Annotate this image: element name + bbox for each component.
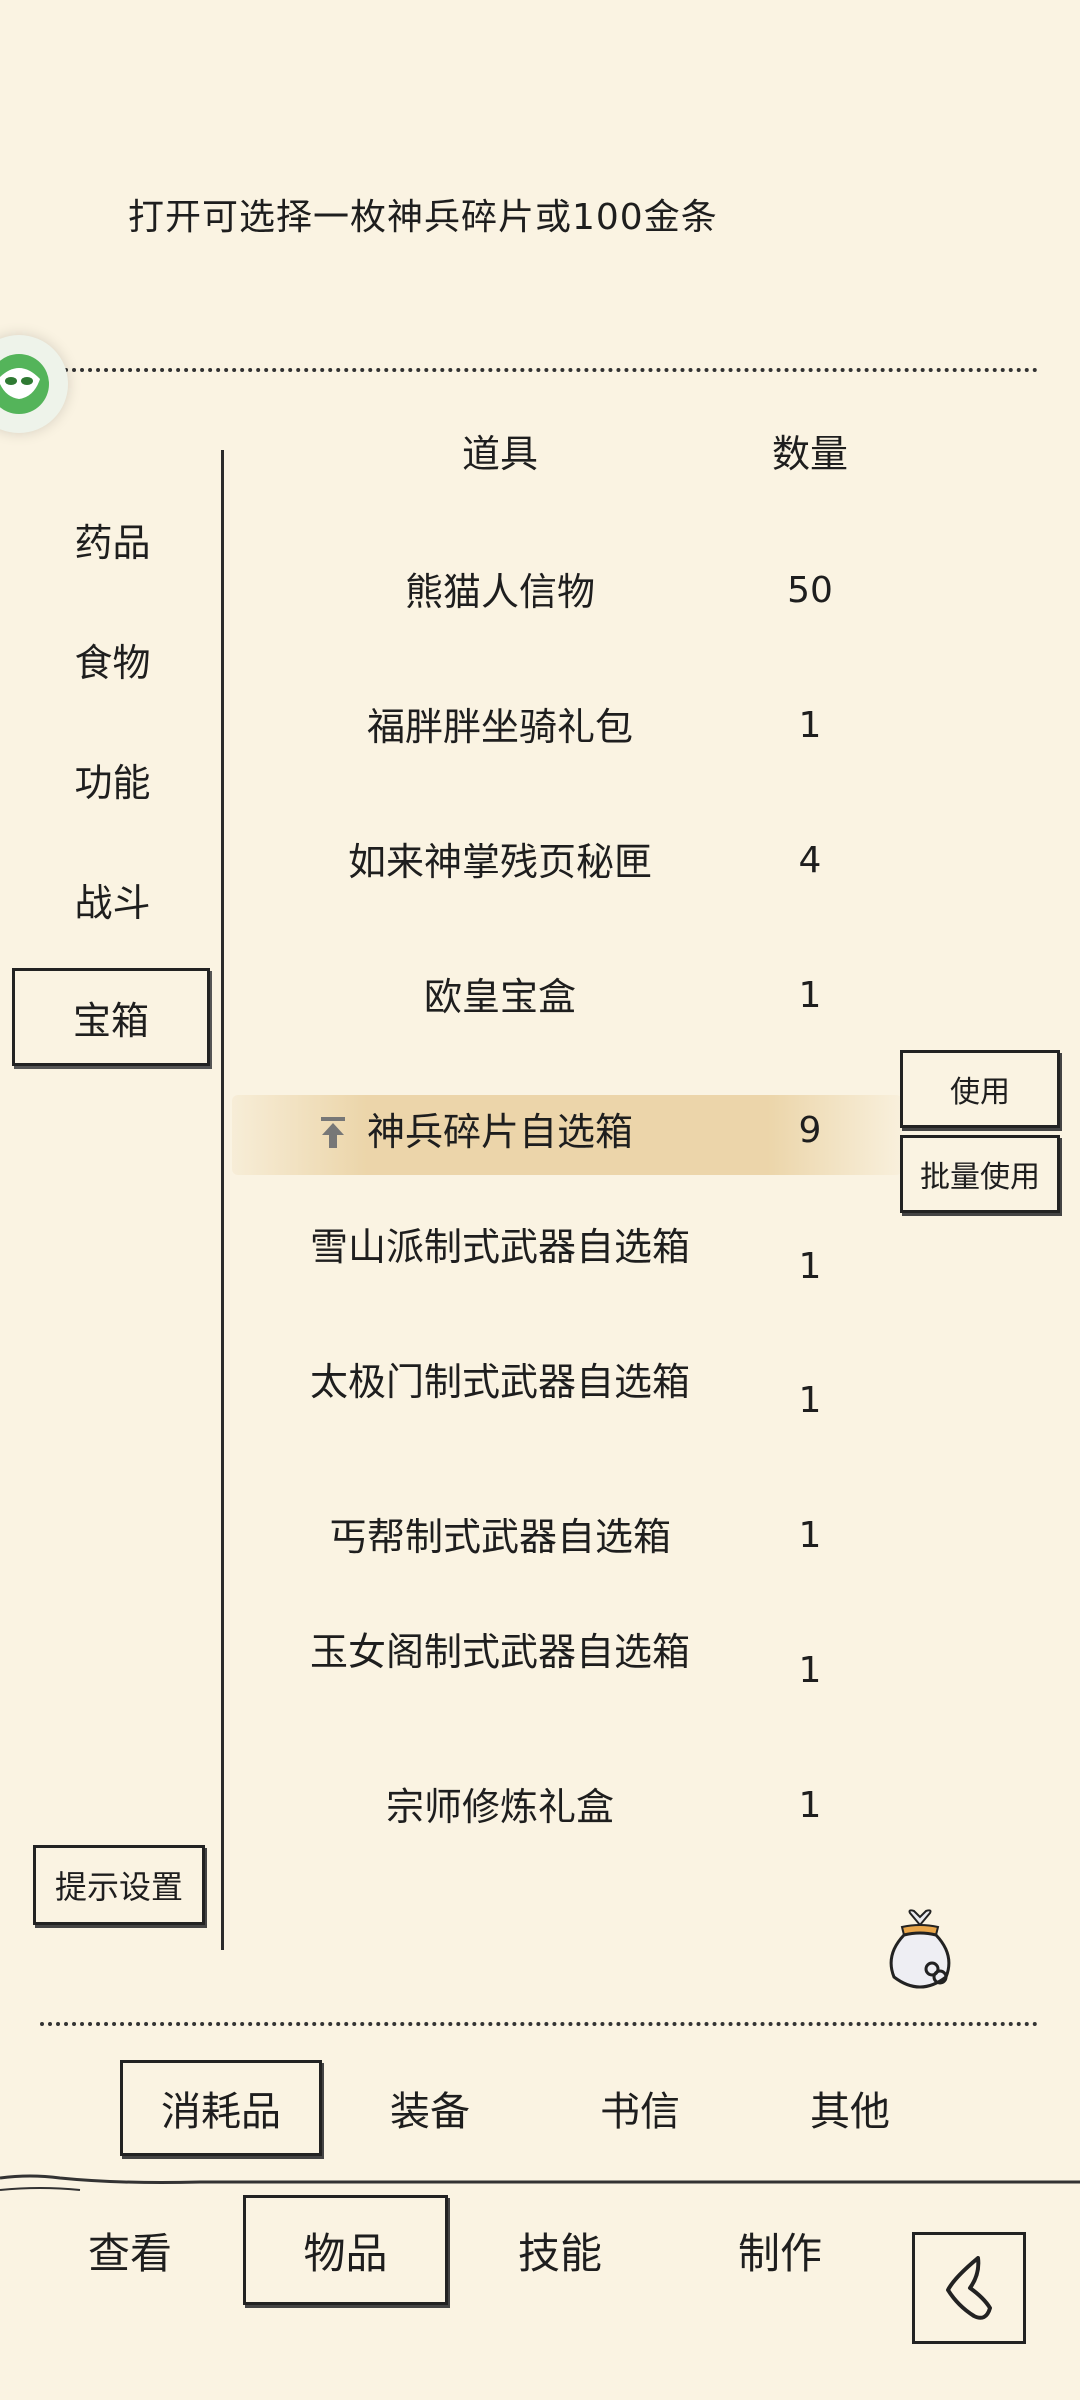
item-description: 打开可选择一枚神兵碎片或100金条 — [128, 197, 718, 238]
item-row-name[interactable]: 欧皇宝盒 — [290, 975, 710, 1019]
category-treasure-chest[interactable]: 宝箱 — [12, 968, 210, 1066]
back-button[interactable] — [912, 2232, 1026, 2344]
batch-use-button[interactable]: 批量使用 — [900, 1135, 1060, 1213]
nav-items[interactable]: 物品 — [243, 2195, 448, 2305]
item-row-qty: 1 — [798, 1515, 822, 1556]
divider-bottom — [40, 2022, 1038, 2026]
item-row-qty: 1 — [798, 975, 822, 1016]
column-header-quantity: 数量 — [771, 432, 848, 476]
nav-view[interactable]: 查看 — [50, 2195, 210, 2305]
money-bag-icon[interactable] — [880, 1905, 960, 1995]
item-row-qty: 1 — [798, 705, 822, 746]
item-row-name[interactable]: 福胖胖坐骑礼包 — [290, 705, 710, 749]
category-medicine[interactable]: 药品 — [30, 495, 195, 583]
item-row-name[interactable]: 雪山派制式武器自选箱 — [290, 1225, 710, 1269]
item-row-name[interactable]: 玉女阁制式武器自选箱 — [290, 1630, 710, 1674]
item-row-name-selected[interactable]: 神兵碎片自选箱 — [330, 1110, 670, 1154]
sidebar-divider — [221, 450, 224, 1950]
item-row-qty: 1 — [798, 1246, 822, 1287]
floating-assistant-icon[interactable] — [0, 335, 68, 433]
tab-other[interactable]: 其他 — [770, 2060, 930, 2156]
use-button[interactable]: 使用 — [900, 1050, 1060, 1128]
item-row-qty-selected: 9 — [798, 1110, 822, 1151]
item-row-name[interactable]: 丐帮制式武器自选箱 — [290, 1515, 710, 1559]
item-row-qty: 1 — [798, 1785, 822, 1826]
category-function[interactable]: 功能 — [30, 735, 195, 823]
item-row-qty: 1 — [798, 1380, 822, 1421]
category-combat[interactable]: 战斗 — [30, 855, 195, 943]
item-row-name[interactable]: 宗师修炼礼盒 — [290, 1785, 710, 1829]
nav-skills[interactable]: 技能 — [480, 2195, 640, 2305]
divider-top — [40, 368, 1038, 372]
tab-equipment[interactable]: 装备 — [350, 2060, 510, 2156]
item-row-name[interactable]: 熊猫人信物 — [290, 570, 710, 614]
tab-letters[interactable]: 书信 — [560, 2060, 720, 2156]
item-row-name[interactable]: 太极门制式武器自选箱 — [290, 1360, 710, 1404]
category-food[interactable]: 食物 — [30, 615, 195, 703]
item-row-name[interactable]: 如来神掌残页秘匣 — [290, 840, 710, 884]
item-row-qty: 50 — [787, 570, 833, 611]
back-arrow-icon — [946, 2256, 992, 2320]
tip-settings-button[interactable]: 提示设置 — [33, 1845, 205, 1925]
item-row-qty: 4 — [798, 840, 822, 881]
tab-consumables[interactable]: 消耗品 — [120, 2060, 322, 2156]
column-header-item: 道具 — [461, 432, 538, 476]
nav-craft[interactable]: 制作 — [700, 2195, 860, 2305]
item-row-qty: 1 — [798, 1650, 822, 1691]
